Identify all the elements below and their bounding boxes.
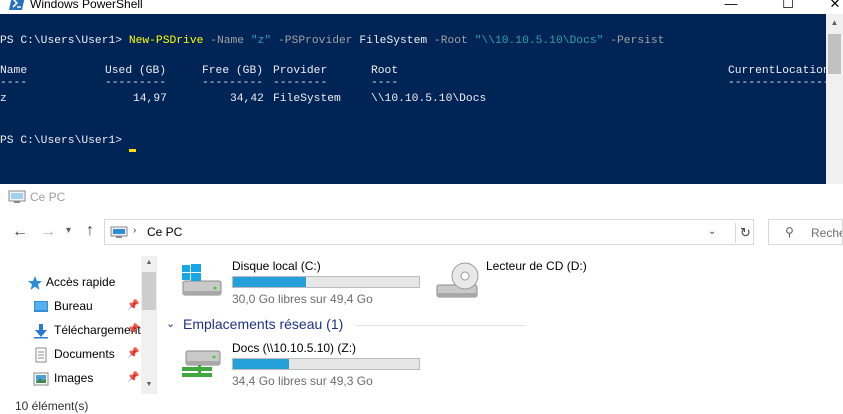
star-icon <box>28 276 42 290</box>
breadcrumb[interactable]: Ce PC <box>147 225 182 239</box>
pin-icon[interactable]: 📌 <box>127 348 139 359</box>
row-used: 14,97 <box>133 93 167 105</box>
drive-name: Disque local (C:) <box>232 259 321 273</box>
drive-name: Docs (\\10.10.5.10) (Z:) <box>232 341 357 355</box>
prompt: PS C:\Users\User1> <box>0 35 123 47</box>
param-psprovider: -PSProvider <box>277 35 353 47</box>
drive-z[interactable]: Docs (\\10.10.5.10) (Z:) 34,4 Go libres … <box>180 341 430 391</box>
powershell-window: Windows PowerShell — ☐ ✕ PS C:\Users\Use… <box>0 0 843 184</box>
explorer-window: Ce PC ← → ▾ ↑ › Ce PC ⌄ ↻ ⚲ Rechercher d… <box>0 184 843 414</box>
pictures-folder-icon <box>33 372 49 386</box>
computer-icon <box>110 226 128 238</box>
drive-d[interactable]: Lecteur de CD (D:) <box>434 259 634 309</box>
maximize-button[interactable]: ☐ <box>765 0 811 14</box>
search-placeholder[interactable]: Rechercher dans : Ce PC <box>811 226 842 240</box>
col-sep: --------- <box>202 77 264 89</box>
address-bar[interactable]: › Ce PC ⌄ ↻ <box>104 219 754 245</box>
recent-locations-chevron-icon[interactable]: ▾ <box>66 225 71 236</box>
scrollbar-thumb[interactable] <box>142 272 156 310</box>
prompt-line: PS C:\Users\User1> <box>0 134 136 152</box>
computer-icon <box>8 190 26 203</box>
scroll-up-icon[interactable]: ▲ <box>141 256 157 270</box>
drive-c[interactable]: Disque local (C:) 30,0 Go libres sur 49,… <box>180 259 430 309</box>
group-divider <box>356 325 526 326</box>
scroll-down-icon[interactable]: ▼ <box>141 378 157 392</box>
scrollbar-thumb[interactable] <box>828 34 841 74</box>
console-output[interactable]: PS C:\Users\User1> New-PSDrive -Name "z"… <box>0 34 830 184</box>
documents-folder-icon <box>35 347 47 363</box>
search-icon: ⚲ <box>785 225 794 239</box>
prompt: PS C:\Users\User1> <box>0 135 123 147</box>
param-persist: -Persist <box>610 35 665 47</box>
param-name: -Name <box>210 35 245 47</box>
up-arrow-icon[interactable]: ↑ <box>86 223 94 239</box>
network-drive-icon <box>182 350 221 377</box>
sidebar-item-label: Bureau <box>54 299 93 313</box>
search-box[interactable]: ⚲ Rechercher dans : Ce PC <box>768 219 843 245</box>
disk-usage-fill <box>233 277 306 287</box>
param-root: -Root <box>433 35 468 47</box>
chevron-down-icon[interactable]: ⌄ <box>166 317 175 330</box>
value-name: "z" <box>250 35 272 47</box>
explorer-titlebar[interactable]: Ce PC <box>0 184 843 212</box>
window-title: Windows PowerShell <box>30 0 143 11</box>
drive-free-space: 30,0 Go libres sur 49,4 Go <box>232 292 373 306</box>
forward-arrow-icon[interactable]: → <box>40 224 56 240</box>
pin-icon[interactable]: 📌 <box>127 372 139 383</box>
nav-pane-scrollbar[interactable]: ▲ ▼ <box>141 256 157 394</box>
group-title: Emplacements réseau (1) <box>183 316 344 332</box>
row-root: \\10.10.5.10\Docs <box>371 93 487 105</box>
row-free: 34,42 <box>230 93 264 105</box>
sidebar-item-downloads[interactable]: Téléchargements <box>33 322 141 340</box>
refresh-icon[interactable]: ↻ <box>735 223 755 243</box>
cd-drive-icon <box>436 262 479 298</box>
sidebar-item-label: Documents <box>54 347 115 361</box>
powershell-icon <box>9 0 25 10</box>
console-scrollbar[interactable]: ▲ <box>826 14 843 184</box>
close-button[interactable]: ✕ <box>812 0 843 14</box>
window-title: Ce PC <box>30 190 66 204</box>
row-name: z <box>0 93 7 105</box>
navigation-pane: Accès rapide Bureau 📌 Téléchargements 📌 … <box>0 256 156 394</box>
pin-icon[interactable]: 📌 <box>127 300 139 311</box>
minimize-button[interactable]: — <box>708 0 754 14</box>
pin-icon[interactable]: 📌 <box>127 324 139 335</box>
disk-usage-bar <box>232 276 420 288</box>
cmdlet: New-PSDrive <box>128 35 204 47</box>
col-sep: ---- <box>371 77 399 89</box>
command-line: PS C:\Users\User1> New-PSDrive -Name "z"… <box>0 34 664 48</box>
col-sep: -------- <box>273 77 328 89</box>
disk-usage-fill <box>233 359 289 369</box>
disk-usage-bar <box>232 358 420 370</box>
address-dropdown-icon[interactable]: ⌄ <box>708 226 716 237</box>
value-psprovider: FileSystem <box>359 35 428 47</box>
sidebar-item-bureau[interactable]: Bureau 📌 <box>33 298 141 316</box>
download-folder-icon <box>34 324 48 339</box>
col-sep: --------------- <box>728 77 830 89</box>
sidebar-item-label: Images <box>54 371 94 385</box>
scroll-up-icon[interactable]: ▲ <box>826 14 843 31</box>
drive-free-space: 34,4 Go libres sur 49,3 Go <box>232 374 373 388</box>
col-sep: ---- <box>0 77 28 89</box>
col-sep: --------- <box>105 77 167 89</box>
status-bar-item-count: 10 élément(s) <box>15 399 89 413</box>
row-provider: FileSystem <box>273 93 341 105</box>
sidebar-item-documents[interactable]: Documents 📌 <box>33 346 141 364</box>
sidebar-item-images[interactable]: Images 📌 <box>33 370 141 388</box>
drive-name: Lecteur de CD (D:) <box>486 259 587 273</box>
sidebar-item-label: Accès rapide <box>46 275 116 289</box>
local-disk-icon <box>182 264 222 296</box>
back-arrow-icon[interactable]: ← <box>12 224 28 240</box>
powershell-titlebar[interactable]: Windows PowerShell — ☐ ✕ <box>0 0 843 14</box>
text-cursor <box>128 149 136 152</box>
breadcrumb-chevron-icon[interactable]: › <box>133 225 136 236</box>
desktop-folder-icon <box>34 301 48 312</box>
value-root: "\\10.10.5.10\Docs" <box>474 35 604 47</box>
